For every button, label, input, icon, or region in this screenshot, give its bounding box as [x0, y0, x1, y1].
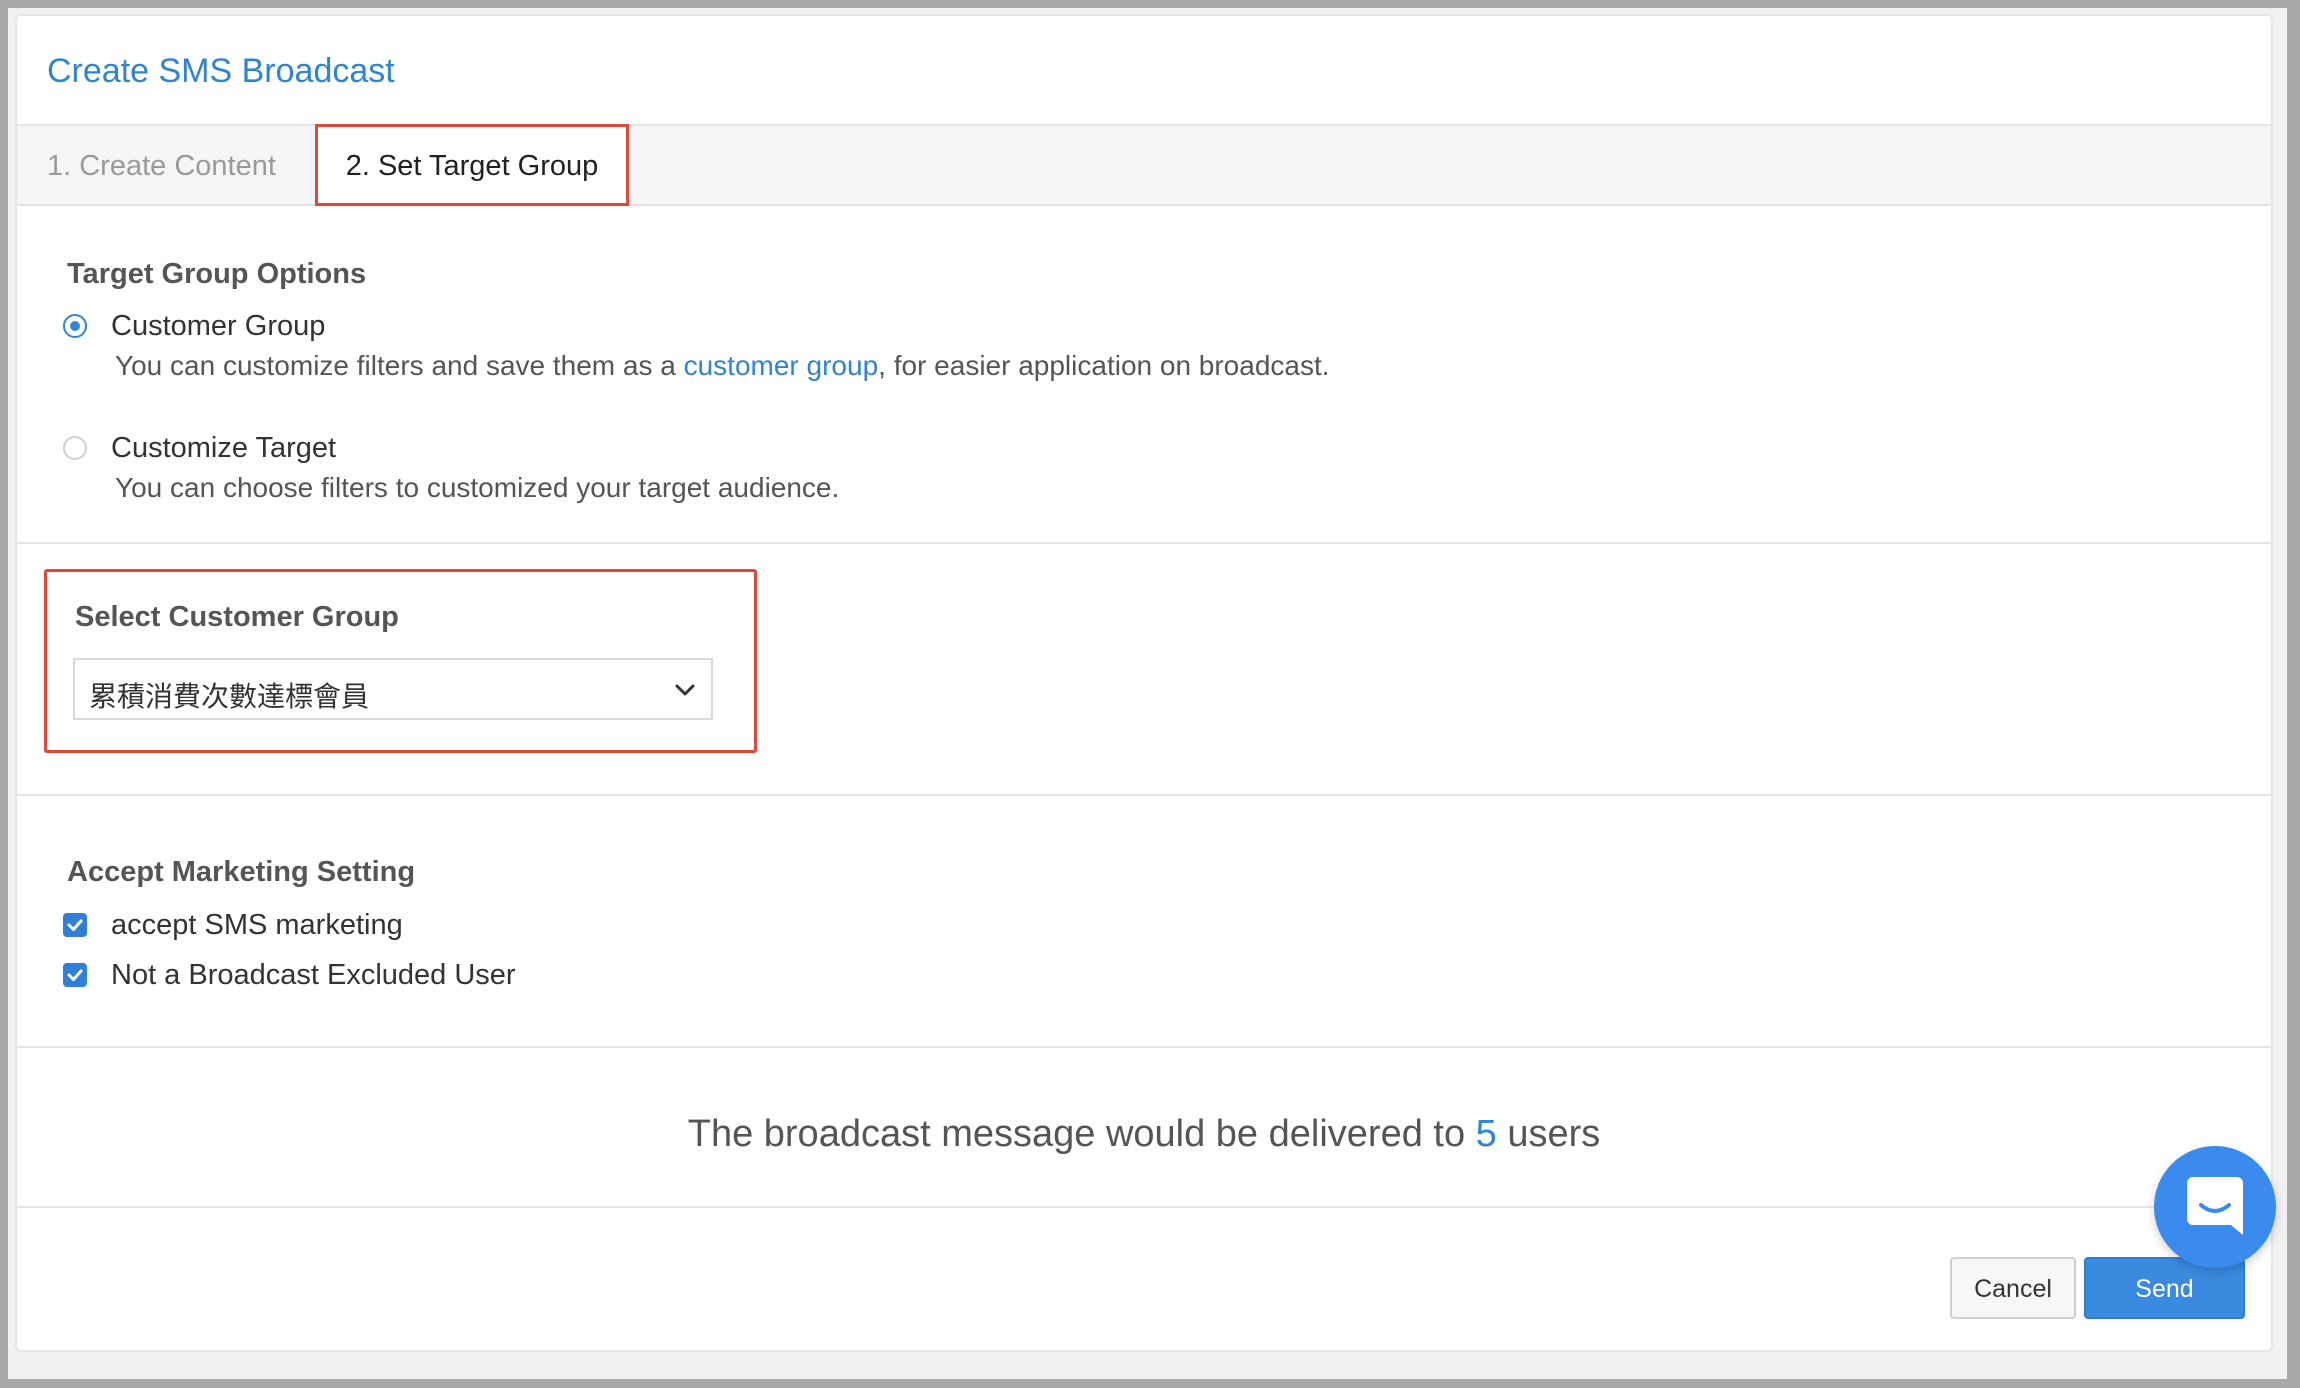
chat-launcher-button[interactable]: [2154, 1146, 2276, 1268]
not-excluded-user-label[interactable]: Not a Broadcast Excluded User: [111, 959, 516, 992]
create-sms-broadcast-modal: Create SMS Broadcast 1. Create Content 2…: [15, 14, 2273, 1352]
cancel-button[interactable]: Cancel: [1950, 1257, 2076, 1319]
customer-group-select-value: 累積消費次數達標會員: [89, 680, 370, 713]
radio-customize-target[interactable]: [63, 436, 87, 460]
divider: [17, 1206, 2271, 1208]
chevron-down-icon: [675, 684, 695, 696]
divider: [17, 794, 2271, 796]
customer-group-select[interactable]: 累積消費次數達標會員: [73, 658, 713, 720]
delivery-text-before: The broadcast message would be delivered…: [687, 1113, 1476, 1155]
tab-create-content[interactable]: 1. Create Content: [47, 126, 276, 206]
delivery-user-count: 5: [1475, 1113, 1497, 1155]
chat-bubble-icon: [2187, 1177, 2243, 1235]
checkbox-not-excluded-user[interactable]: [63, 963, 87, 987]
delivery-text-after: users: [1496, 1113, 1601, 1155]
customer-group-link[interactable]: customer group: [684, 350, 879, 381]
checkmark-icon: [67, 969, 83, 981]
target-group-options-title: Target Group Options: [67, 258, 367, 290]
divider: [17, 1046, 2271, 1048]
customer-group-label[interactable]: Customer Group: [111, 310, 325, 343]
checkmark-icon: [67, 919, 83, 931]
customize-target-label[interactable]: Customize Target: [111, 432, 336, 465]
radio-customer-group[interactable]: [63, 314, 87, 338]
delivery-summary: The broadcast message would be delivered…: [17, 1113, 2271, 1156]
step-tabs: 1. Create Content 2. Set Target Group: [17, 124, 2271, 206]
customer-group-desc-after: , for easier application on broadcast.: [878, 350, 1330, 381]
app-frame: Create SMS Broadcast 1. Create Content 2…: [8, 8, 2287, 1379]
accept-marketing-title: Accept Marketing Setting: [67, 856, 416, 888]
modal-header: Create SMS Broadcast: [17, 16, 2271, 126]
checkbox-accept-sms-marketing[interactable]: [63, 913, 87, 937]
customize-target-description: You can choose filters to customized you…: [115, 472, 840, 503]
accept-sms-marketing-label[interactable]: accept SMS marketing: [111, 909, 403, 942]
customer-group-desc-before: You can customize filters and save them …: [115, 350, 684, 381]
select-customer-group-title: Select Customer Group: [75, 601, 399, 633]
customer-group-description: You can customize filters and save them …: [115, 350, 1330, 382]
tab-set-target-group[interactable]: 2. Set Target Group: [315, 124, 629, 206]
divider: [17, 542, 2271, 544]
modal-title: Create SMS Broadcast: [47, 52, 395, 90]
